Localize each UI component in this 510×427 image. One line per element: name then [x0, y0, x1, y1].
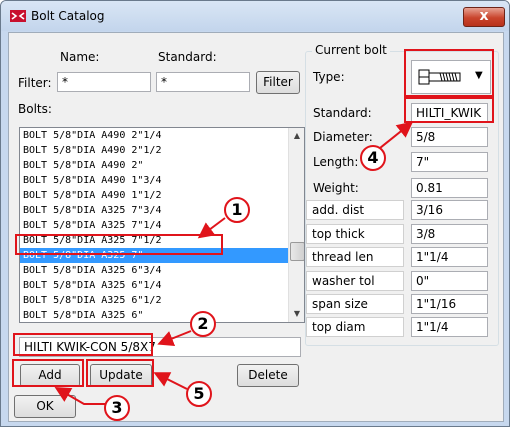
delete-button[interactable]: Delete: [237, 364, 299, 387]
list-item[interactable]: BOLT 5/8"DIA A325 7"1/4: [20, 218, 288, 233]
prop-value-washer-tol[interactable]: 0": [411, 271, 488, 291]
dropdown-arrow-icon[interactable]: ▼: [475, 70, 483, 81]
weight-value[interactable]: 0.81: [411, 178, 488, 198]
name-filter-input[interactable]: *: [57, 72, 151, 92]
list-item[interactable]: BOLT 5/8"DIA A325 6"3/4: [20, 263, 288, 278]
bolt-name-field[interactable]: HILTI KWIK-CON 5/8X7: [19, 337, 301, 357]
list-item-selected[interactable]: BOLT 5/8"DIA A325 7": [20, 248, 288, 263]
prop-label-add-dist: add. dist: [306, 200, 404, 220]
diameter-value[interactable]: 5/8: [411, 127, 488, 147]
diameter-label: Diameter:: [313, 130, 373, 144]
window-title: Bolt Catalog: [31, 9, 105, 23]
list-item[interactable]: BOLT 5/8"DIA A325 6"1/2: [20, 293, 288, 308]
list-item[interactable]: BOLT 5/8"DIA A325 6"1/4: [20, 278, 288, 293]
filter-label: Filter:: [18, 76, 52, 90]
filter-button[interactable]: Filter: [256, 71, 300, 94]
prop-value-span-size[interactable]: 1"1/16: [411, 294, 488, 314]
list-item[interactable]: BOLT 5/8"DIA A325 7"1/2: [20, 233, 288, 248]
title-bar[interactable]: Bolt Catalog x: [1, 1, 509, 31]
scroll-up-arrow-icon[interactable]: ▲: [289, 128, 304, 144]
prop-label-washer-tol: washer tol: [306, 271, 404, 291]
bolt-type-select[interactable]: ▼: [411, 60, 491, 94]
scroll-thumb[interactable]: [290, 242, 304, 261]
prop-label-span-size: span size: [306, 294, 404, 314]
name-column-header: Name:: [60, 50, 100, 64]
list-item[interactable]: BOLT 5/8"DIA A325 6": [20, 308, 288, 322]
scroll-down-arrow-icon[interactable]: ▼: [289, 306, 304, 322]
prop-label-top-diam: top diam: [306, 317, 404, 337]
add-button[interactable]: Add: [20, 364, 80, 387]
list-scrollbar[interactable]: ▲ ▼: [288, 128, 304, 322]
list-item[interactable]: BOLT 5/8"DIA A490 1"3/4: [20, 173, 288, 188]
close-button[interactable]: x: [463, 7, 505, 27]
standard-value[interactable]: HILTI_KWIK: [411, 103, 488, 123]
type-label: Type:: [313, 70, 345, 84]
prop-value-top-diam[interactable]: 1"1/4: [411, 317, 488, 337]
standard-label: Standard:: [313, 106, 372, 120]
list-item[interactable]: BOLT 5/8"DIA A325 7"3/4: [20, 203, 288, 218]
list-item[interactable]: BOLT 5/8"DIA A490 2"1/4: [20, 128, 288, 143]
bolts-label: Bolts:: [18, 102, 52, 116]
bolts-listbox[interactable]: BOLT 5/8"DIA A490 2"1/4 BOLT 5/8"DIA A490…: [19, 127, 305, 323]
list-item[interactable]: BOLT 5/8"DIA A490 1"1/2: [20, 188, 288, 203]
list-item[interactable]: BOLT 5/8"DIA A490 2": [20, 158, 288, 173]
prop-value-add-dist[interactable]: 3/16: [411, 200, 488, 220]
prop-label-thread-len: thread len: [306, 247, 404, 267]
bolts-list-items: BOLT 5/8"DIA A490 2"1/4 BOLT 5/8"DIA A490…: [20, 128, 288, 322]
prop-label-top-thick: top thick: [306, 224, 404, 244]
ok-button[interactable]: OK: [14, 395, 76, 418]
standard-filter-input[interactable]: *: [156, 72, 250, 92]
app-icon: [10, 10, 26, 22]
weight-label: Weight:: [313, 181, 359, 195]
length-value[interactable]: 7": [411, 152, 488, 172]
prop-value-thread-len[interactable]: 1"1/4: [411, 247, 488, 267]
bolt-icon: [418, 69, 461, 85]
list-item[interactable]: BOLT 5/8"DIA A490 2"1/2: [20, 143, 288, 158]
standard-column-header: Standard:: [158, 50, 217, 64]
dialog-body: Name: Standard: Filter: * * Filter Bolts…: [8, 32, 504, 422]
prop-value-top-thick[interactable]: 3/8: [411, 224, 488, 244]
current-bolt-title: Current bolt: [312, 43, 390, 57]
update-button[interactable]: Update: [90, 364, 152, 387]
length-label: Length:: [313, 155, 359, 169]
bolt-catalog-window: Bolt Catalog x Name: Standard: Filter: *…: [0, 0, 510, 427]
